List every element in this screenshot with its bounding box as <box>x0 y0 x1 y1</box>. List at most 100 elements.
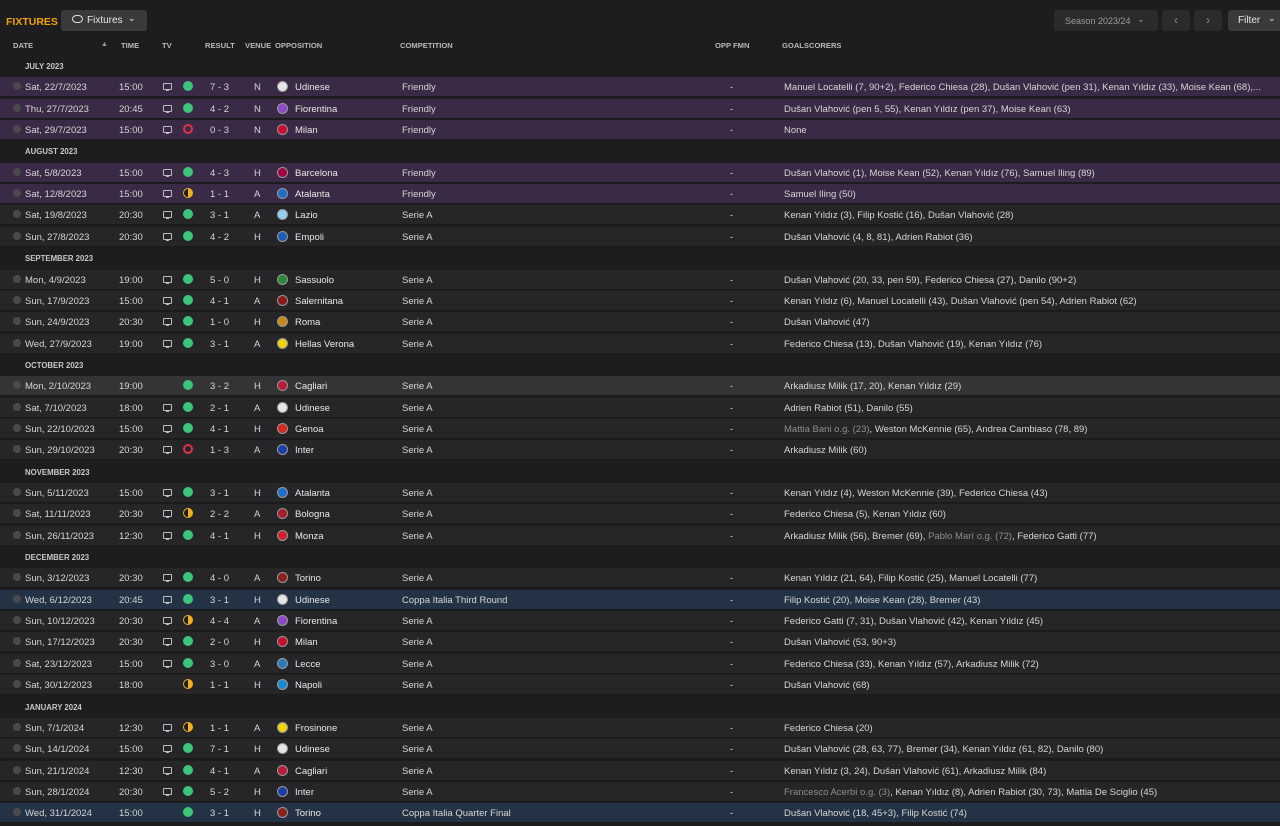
competition-name[interactable]: Friendly <box>402 104 436 115</box>
competition-name[interactable]: Serie A <box>402 424 433 435</box>
column-goalscorers[interactable]: GOALSCORERS <box>782 41 842 50</box>
opposition-name[interactable]: Genoa <box>295 424 324 435</box>
opposition-name[interactable]: Inter <box>295 787 314 798</box>
opposition-name[interactable]: Sassuolo <box>295 275 334 286</box>
row-select-dot[interactable] <box>13 616 21 625</box>
opposition-name[interactable]: Monza <box>295 531 324 542</box>
sort-ascending-icon[interactable]: ▲ <box>101 41 108 48</box>
opposition-name[interactable]: Udinese <box>295 595 330 606</box>
row-select-dot[interactable] <box>13 786 21 795</box>
competition-name[interactable]: Serie A <box>402 744 433 755</box>
row-select-dot[interactable] <box>13 488 21 496</box>
fixture-row[interactable]: Sun, 14/1/2024 15:00 7 - 1 H Udinese Serie A -… <box>0 739 1280 760</box>
opposition-name[interactable]: Fiorentina <box>295 616 337 627</box>
fixture-row[interactable]: Wed, 6/12/2023 20:45 3 - 1 H Udinese Coppa It… <box>0 589 1280 610</box>
fixture-row[interactable]: Sun, 5/11/2023 15:00 3 - 1 H Atalanta Serie A… <box>0 483 1280 503</box>
fixture-row[interactable]: Sun, 3/12/2023 20:30 4 - 0 A Torino Serie A - K… <box>0 568 1280 589</box>
fixture-row[interactable]: Sat, 29/7/2023 15:00 0 - 3 N Milan Friendly - N… <box>0 120 1280 141</box>
competition-name[interactable]: Serie A <box>402 488 433 499</box>
column-competition[interactable]: COMPETITION <box>400 41 453 50</box>
fixture-row[interactable]: Sun, 22/10/2023 15:00 4 - 1 H Genoa Serie A - M… <box>0 418 1280 439</box>
competition-name[interactable]: Friendly <box>402 189 436 200</box>
column-opposition[interactable]: OPPOSITION <box>275 41 322 50</box>
row-select-dot[interactable] <box>13 274 21 283</box>
row-select-dot[interactable] <box>13 167 21 176</box>
column-venue[interactable]: VENUE <box>245 41 271 50</box>
fixture-row[interactable]: Sun, 27/8/2023 20:30 4 - 2 H Empoli Serie A - D… <box>0 226 1280 247</box>
opposition-name[interactable]: Atalanta <box>295 189 330 200</box>
opposition-name[interactable]: Lazio <box>295 210 318 221</box>
competition-name[interactable]: Serie A <box>402 723 433 734</box>
opposition-name[interactable]: Milan <box>295 125 318 136</box>
opposition-name[interactable]: Torino <box>295 808 321 819</box>
fixture-row[interactable]: Sat, 23/12/2023 15:00 3 - 0 A Lecce Serie A - F… <box>0 653 1280 674</box>
competition-name[interactable]: Serie A <box>402 275 433 286</box>
opposition-name[interactable]: Empoli <box>295 232 324 243</box>
opposition-name[interactable]: Milan <box>295 637 318 648</box>
competition-name[interactable]: Friendly <box>402 168 436 179</box>
filter-button[interactable]: Filter ⌄ <box>1228 10 1280 31</box>
fixture-row[interactable]: Sun, 29/10/2023 20:30 1 - 3 A Inter Serie A - A… <box>0 440 1280 461</box>
row-select-dot[interactable] <box>13 231 21 240</box>
fixture-row[interactable]: Sun, 26/11/2023 12:30 4 - 1 H Monza Serie A - A… <box>0 525 1280 546</box>
opposition-name[interactable]: Salernitana <box>295 296 343 307</box>
opposition-name[interactable]: Cagliari <box>295 381 327 392</box>
row-select-dot[interactable] <box>13 381 21 390</box>
column-tv[interactable]: TV <box>162 41 172 50</box>
row-select-dot[interactable] <box>13 744 21 753</box>
competition-name[interactable]: Serie A <box>402 573 433 584</box>
next-season-button[interactable]: › <box>1194 10 1222 31</box>
row-select-dot[interactable] <box>13 722 21 731</box>
previous-season-button[interactable]: ‹ <box>1162 10 1190 31</box>
opposition-name[interactable]: Udinese <box>295 82 330 93</box>
column-time[interactable]: TIME <box>121 41 139 50</box>
competition-name[interactable]: Serie A <box>402 616 433 627</box>
fixture-row[interactable]: Sat, 12/8/2023 15:00 1 - 1 A Atalanta Friendl… <box>0 184 1280 205</box>
competition-name[interactable]: Serie A <box>402 637 433 648</box>
fixture-row[interactable]: Wed, 27/9/2023 19:00 3 - 1 A Hellas Verona Se… <box>0 333 1280 354</box>
fixture-row[interactable]: Sun, 7/1/2024 12:30 1 - 1 A Frosinone Serie A… <box>0 717 1280 738</box>
opposition-name[interactable]: Atalanta <box>295 488 330 499</box>
opposition-name[interactable]: Fiorentina <box>295 104 337 115</box>
row-select-dot[interactable] <box>13 210 21 219</box>
column-opp-fmn[interactable]: OPP FMN <box>715 41 749 50</box>
row-select-dot[interactable] <box>13 594 21 603</box>
row-select-dot[interactable] <box>13 125 21 134</box>
row-select-dot[interactable] <box>13 317 21 326</box>
fixture-row[interactable]: Sun, 10/12/2023 20:30 4 - 4 A Fiorentina Seri… <box>0 611 1280 632</box>
competition-name[interactable]: Serie A <box>402 531 433 542</box>
opposition-name[interactable]: Napoli <box>295 680 322 691</box>
competition-name[interactable]: Serie A <box>402 210 433 221</box>
competition-name[interactable]: Serie A <box>402 232 433 243</box>
competition-name[interactable]: Serie A <box>402 509 433 520</box>
row-select-dot[interactable] <box>13 103 21 112</box>
row-select-dot[interactable] <box>13 658 21 667</box>
row-select-dot[interactable] <box>13 573 21 582</box>
fixture-row[interactable]: Sat, 7/10/2023 18:00 2 - 1 A Udinese Serie A -… <box>0 397 1280 418</box>
fixture-row[interactable]: Sat, 30/12/2023 18:00 1 - 1 H Napoli Serie A -… <box>0 675 1280 696</box>
opposition-name[interactable]: Bologna <box>295 509 330 520</box>
row-select-dot[interactable] <box>13 338 21 347</box>
competition-name[interactable]: Serie A <box>402 296 433 307</box>
row-select-dot[interactable] <box>13 808 21 817</box>
competition-name[interactable]: Coppa Italia Third Round <box>402 595 507 606</box>
competition-name[interactable]: Serie A <box>402 766 433 777</box>
row-select-dot[interactable] <box>13 295 21 304</box>
competition-name[interactable]: Friendly <box>402 82 436 93</box>
fixture-row[interactable]: Thu, 27/7/2023 20:45 4 - 2 N Fiorentina Frien… <box>0 98 1280 119</box>
row-select-dot[interactable] <box>13 680 21 689</box>
opposition-name[interactable]: Udinese <box>295 403 330 414</box>
competition-name[interactable]: Serie A <box>402 339 433 350</box>
row-select-dot[interactable] <box>13 445 21 454</box>
competition-name[interactable]: Serie A <box>402 680 433 691</box>
column-date[interactable]: DATE <box>13 41 33 50</box>
fixture-row[interactable]: Sat, 5/8/2023 15:00 4 - 3 H Barcelona Friendl… <box>0 162 1280 183</box>
competition-name[interactable]: Serie A <box>402 659 433 670</box>
fixture-row[interactable]: Sun, 17/9/2023 15:00 4 - 1 A Salernitana Seri… <box>0 290 1280 311</box>
competition-name[interactable]: Friendly <box>402 125 436 136</box>
competition-name[interactable]: Coppa Italia Quarter Final <box>402 808 511 819</box>
competition-name[interactable]: Serie A <box>402 403 433 414</box>
opposition-name[interactable]: Lecce <box>295 659 320 670</box>
row-select-dot[interactable] <box>13 765 21 774</box>
opposition-name[interactable]: Inter <box>295 445 314 456</box>
